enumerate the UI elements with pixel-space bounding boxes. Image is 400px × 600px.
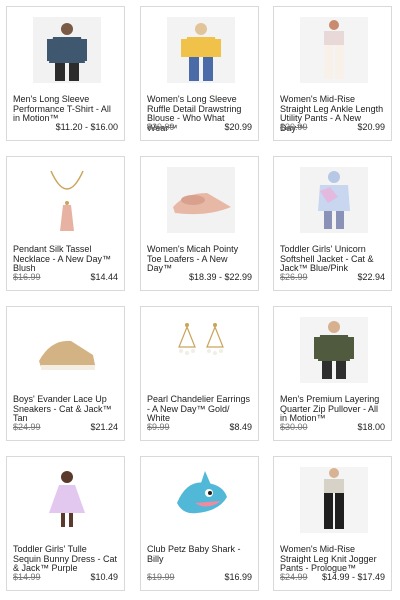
product-title[interactable]: Men's Premium Layering Quarter Zip Pullo… [280,394,390,424]
original-price: $26.99 [280,272,308,282]
sale-price: $18.00 [357,422,385,432]
sale-price: $21.24 [90,422,118,432]
product-title[interactable]: Pearl Chandelier Earrings - A New Day™ G… [147,394,257,424]
original-price: $29.99 [147,122,175,132]
unicorn-jacket-image[interactable] [300,167,368,233]
product-card[interactable]: Women's Long Sleeve Ruffle Detail Drawst… [140,6,259,141]
product-title[interactable]: Women's Mid-Rise Straight Leg Knit Jogge… [280,544,390,574]
sneakers-image[interactable] [33,317,101,383]
sale-price: $20.99 [224,122,252,132]
sale-price: $18.39 - $22.99 [188,272,252,282]
product-card[interactable]: Men's Premium Layering Quarter Zip Pullo… [273,306,392,441]
product-card[interactable]: Women's Micah Pointy Toe Loafers - A New… [140,156,259,291]
original-price: $19.99 [147,572,175,582]
product-card[interactable]: Toddler Girls' Unicorn Softshell Jacket … [273,156,392,291]
original-price: $24.99 [13,422,41,432]
original-price: $16.99 [13,272,41,282]
quarter-zip-image[interactable] [300,317,368,383]
product-card[interactable]: Toddler Girls' Tulle Sequin Bunny Dress … [6,456,125,591]
original-price: $29.99 [280,122,308,132]
product-title[interactable]: Club Petz Baby Shark - Billy [147,544,257,564]
sale-price: $11.20 - $16.00 [55,122,118,132]
sale-price: $20.99 [357,122,385,132]
product-card[interactable]: Pendant Silk Tassel Necklace - A New Day… [6,156,125,291]
product-card[interactable]: Pearl Chandelier Earrings - A New Day™ G… [140,306,259,441]
product-card[interactable]: Club Petz Baby Shark - Billy $19.99 $16.… [140,456,259,591]
product-card[interactable]: Women's Mid-Rise Straight Leg Ankle Leng… [273,6,392,141]
mens-shirt-image[interactable] [33,17,101,83]
product-grid: Men's Long Sleeve Performance T-Shirt - … [0,0,400,600]
product-card[interactable]: Men's Long Sleeve Performance T-Shirt - … [6,6,125,141]
sale-price: $8.49 [229,422,252,432]
original-price: $14.99 [13,572,41,582]
original-price: $30.00 [280,422,308,432]
sale-price: $16.99 [224,572,252,582]
product-title[interactable]: Men's Long Sleeve Performance T-Shirt - … [13,94,123,124]
earrings-image[interactable] [167,317,235,383]
product-title[interactable]: Toddler Girls' Tulle Sequin Bunny Dress … [13,544,123,574]
sale-price: $14.99 - $17.49 [321,572,385,582]
bunny-dress-image[interactable] [33,467,101,533]
baby-shark-image[interactable] [167,467,235,533]
original-price: $9.99 [147,422,170,432]
loafers-image[interactable] [167,167,235,233]
sale-price: $14.44 [90,272,118,282]
product-card[interactable]: Boys' Evander Lace Up Sneakers - Cat & J… [6,306,125,441]
tassel-necklace-image[interactable] [33,167,101,233]
product-title[interactable]: Women's Micah Pointy Toe Loafers - A New… [147,244,257,274]
sale-price: $10.49 [90,572,118,582]
product-title[interactable]: Boys' Evander Lace Up Sneakers - Cat & J… [13,394,123,424]
utility-pants-image[interactable] [300,17,368,83]
product-title[interactable]: Toddler Girls' Unicorn Softshell Jacket … [280,244,390,274]
product-card[interactable]: Women's Mid-Rise Straight Leg Knit Jogge… [273,456,392,591]
jogger-pants-image[interactable] [300,467,368,533]
original-price: $24.99 [280,572,308,582]
sale-price: $22.94 [357,272,385,282]
product-title[interactable]: Pendant Silk Tassel Necklace - A New Day… [13,244,123,274]
womens-blouse-image[interactable] [167,17,235,83]
